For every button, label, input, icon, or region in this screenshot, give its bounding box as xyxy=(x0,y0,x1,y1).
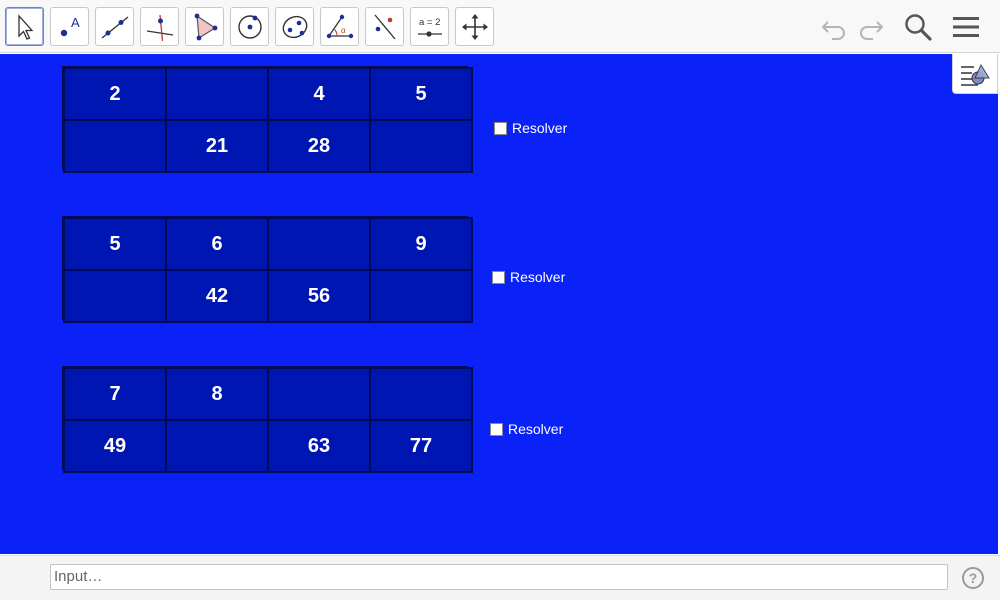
reflect-tool-button[interactable] xyxy=(365,7,404,46)
table-2-cell: 56 xyxy=(267,269,371,323)
perpendicular-line-tool-button[interactable] xyxy=(140,7,179,46)
input-bar: Input… ? xyxy=(0,555,1000,600)
toolbar: A α a = 2 xyxy=(0,0,1000,53)
point-label-icon: A xyxy=(60,15,80,36)
table-1-cell xyxy=(369,119,473,173)
line-tool-button[interactable] xyxy=(95,7,134,46)
undo-icon xyxy=(821,21,845,40)
main-menu-button[interactable] xyxy=(948,10,984,44)
slider-tool-button[interactable]: a = 2 xyxy=(410,7,449,46)
resolver-checkbox-1[interactable]: Resolver xyxy=(494,120,567,136)
point-tool-button[interactable]: A xyxy=(50,7,89,46)
table-1-cell: 21 xyxy=(165,119,269,173)
table-2-cell xyxy=(369,269,473,323)
number-table-3: 7 8 49 63 77 xyxy=(62,366,473,473)
checkbox-box[interactable] xyxy=(494,121,507,135)
checkbox-label: Resolver xyxy=(510,269,566,285)
table-3-cell xyxy=(165,419,269,473)
checkbox-box[interactable] xyxy=(492,270,505,284)
search-button[interactable] xyxy=(900,10,936,44)
cursor-arrow-icon xyxy=(17,13,33,40)
checkbox-label: Resolver xyxy=(508,421,564,437)
redo-button[interactable] xyxy=(853,10,889,44)
angle-icon: α xyxy=(326,14,353,38)
reflect-line-icon xyxy=(374,14,395,39)
move-tool-button[interactable] xyxy=(5,7,44,46)
style-bar-icon xyxy=(961,63,990,86)
perpendicular-line-icon xyxy=(146,14,173,41)
move-graphics-view-tool-button[interactable] xyxy=(455,7,494,46)
circle-tool-button[interactable] xyxy=(230,7,269,46)
table-2-cell: 5 xyxy=(63,217,167,271)
move-arrows-icon xyxy=(461,13,488,40)
table-3-cell: 63 xyxy=(267,419,371,473)
polygon-triangle-icon xyxy=(194,13,217,40)
checkbox-box[interactable] xyxy=(490,422,503,436)
table-3-cell: 8 xyxy=(165,367,269,421)
undo-button[interactable] xyxy=(816,10,852,44)
redo-icon xyxy=(860,21,884,40)
table-3-cell: 49 xyxy=(63,419,167,473)
svg-text:α: α xyxy=(341,26,346,35)
table-2-cell xyxy=(267,217,371,271)
conic-tool-button[interactable] xyxy=(275,7,314,46)
table-3-cell xyxy=(369,367,473,421)
table-2-cell xyxy=(63,269,167,323)
table-3-cell: 77 xyxy=(369,419,473,473)
number-table-2: 5 6 9 42 56 xyxy=(62,216,473,323)
table-1-cell xyxy=(63,119,167,173)
table-1-cell: 5 xyxy=(369,67,473,121)
table-2-cell: 9 xyxy=(369,217,473,271)
table-1-cell: 2 xyxy=(63,67,167,121)
style-bar-toggle-button[interactable] xyxy=(952,54,998,94)
table-1-cell xyxy=(165,67,269,121)
checkbox-label: Resolver xyxy=(512,120,568,136)
svg-text:A: A xyxy=(71,15,80,30)
angle-tool-button[interactable]: α xyxy=(320,7,359,46)
table-3-cell xyxy=(267,367,371,421)
resolver-checkbox-2[interactable]: Resolver xyxy=(492,269,565,285)
circle-center-point-icon xyxy=(237,14,262,39)
slider-icon: a = 2 xyxy=(417,17,442,37)
number-table-1: 2 4 5 21 28 xyxy=(62,66,473,173)
resolver-checkbox-3[interactable]: Resolver xyxy=(490,421,563,437)
polygon-tool-button[interactable] xyxy=(185,7,224,46)
search-icon xyxy=(905,14,932,41)
algebra-input-field[interactable]: Input… xyxy=(50,564,948,590)
table-1-cell: 28 xyxy=(267,119,371,173)
table-2-cell: 6 xyxy=(165,217,269,271)
help-icon[interactable]: ? xyxy=(962,567,984,589)
table-1-cell: 4 xyxy=(267,67,371,121)
table-2-cell: 42 xyxy=(165,269,269,323)
hamburger-menu-icon xyxy=(953,17,979,37)
line-through-two-points-icon xyxy=(101,15,128,39)
svg-text:a = 2: a = 2 xyxy=(419,17,440,28)
table-3-cell: 7 xyxy=(63,367,167,421)
ellipse-icon xyxy=(282,15,307,38)
